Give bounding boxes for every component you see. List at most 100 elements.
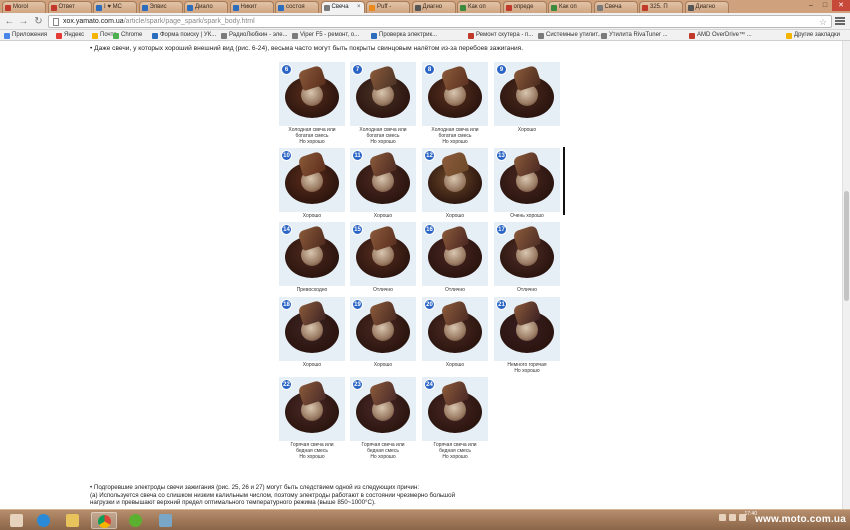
browser-tab[interactable]: Диагно xyxy=(411,1,456,13)
figure-caption: Хорошо xyxy=(279,213,345,219)
scrollbar-thumb[interactable] xyxy=(844,191,849,301)
browser-tab[interactable]: Ответ xyxy=(47,1,92,13)
spark-plug-figure: 14 Превосходно xyxy=(279,222,345,293)
bookmark-favicon-icon xyxy=(152,33,158,39)
favicon-icon xyxy=(323,5,330,11)
taskbar-app[interactable] xyxy=(153,512,179,529)
page-content: • Даже свечи, у которых хороший внешний … xyxy=(0,41,850,509)
favicon-icon xyxy=(551,5,557,11)
bookmark-star-icon[interactable]: ☆ xyxy=(819,16,827,28)
intro-paragraph: • Даже свечи, у которых хороший внешний … xyxy=(90,45,524,52)
caption-line: Хорошо xyxy=(302,213,322,219)
spark-plug-photo: 17 xyxy=(494,222,560,286)
taskbar-utorrent[interactable] xyxy=(123,512,149,529)
browser-tab[interactable]: опреде xyxy=(502,1,547,13)
browser-tab[interactable]: Диагно xyxy=(684,1,729,13)
start-button[interactable] xyxy=(4,512,30,529)
bookmark-label: AMD OverDrive™ ... xyxy=(697,32,752,38)
figure-caption: Хорошо xyxy=(494,127,560,133)
figure-number-badge: 15 xyxy=(352,224,363,235)
back-icon[interactable]: ← xyxy=(4,16,15,27)
figure-caption: Хорошо xyxy=(350,362,416,368)
bookmark-item[interactable]: Яндекс xyxy=(56,30,84,41)
taskbar-ie[interactable] xyxy=(31,512,57,529)
spark-plug-figure: 23 Горячая свеча или бедная смесь Но хорошо xyxy=(350,377,416,460)
figure-caption: Хорошо xyxy=(422,213,488,219)
bookmark-label: Системные утилит... xyxy=(546,32,603,38)
browser-tab[interactable]: Свеча × xyxy=(320,1,365,13)
bookmark-item[interactable]: Проверка электрик... xyxy=(371,30,437,41)
minimize-icon[interactable]: – xyxy=(804,0,818,11)
spark-plug-figure: 7 Холодная свеча или богатая смесь Но хорош… xyxy=(350,62,416,145)
browser-tab[interactable]: I ♥ МС xyxy=(93,1,137,13)
figure-caption: Горячая свеча или бедная смесь Но хорошо xyxy=(350,442,416,460)
bookmark-label: Приложения xyxy=(12,32,48,38)
browser-tab[interactable]: Morol xyxy=(2,1,46,13)
tray-icon[interactable] xyxy=(729,514,736,521)
tab-label: Никит xyxy=(240,4,257,10)
spark-plug-figure: 13 Очень хорошо xyxy=(494,148,560,219)
footer-paragraph: • Подгоревшие электроды свечи зажигания … xyxy=(90,484,510,507)
bookmark-favicon-icon xyxy=(221,33,227,39)
close-window-icon[interactable]: ✕ xyxy=(832,0,850,11)
tab-label: Как оп xyxy=(468,4,486,10)
spark-plug-photo: 12 xyxy=(422,148,488,212)
tab-label: Диало xyxy=(195,4,213,10)
bookmark-item[interactable]: Ремонт скутера - п... xyxy=(468,30,533,41)
browser-tab[interactable]: Диало xyxy=(184,1,228,13)
system-tray xyxy=(719,514,746,521)
bookmark-item[interactable]: Другие закладки xyxy=(786,30,840,41)
bookmark-item[interactable]: Chrome xyxy=(113,30,142,41)
reload-icon[interactable]: ↻ xyxy=(33,16,44,27)
caption-line: Хорошо xyxy=(302,362,322,368)
app-icon xyxy=(159,514,172,527)
footer-line: нагрузки и превышают верхний предел опти… xyxy=(90,499,376,507)
bookmark-label: РадиоЛюбкин - эле... xyxy=(229,32,288,38)
browser-tab[interactable]: Как оп xyxy=(548,1,592,13)
figure-number-badge: 10 xyxy=(281,150,292,161)
figure-number-badge: 11 xyxy=(352,150,363,161)
forward-icon[interactable]: → xyxy=(18,16,29,27)
bookmark-item[interactable]: Системные утилит... xyxy=(538,30,603,41)
taskbar-explorer[interactable] xyxy=(60,512,86,529)
browser-tab[interactable]: состоя xyxy=(275,1,319,13)
watermark: www.moto.com.ua xyxy=(755,514,846,525)
bookmark-item[interactable]: Приложения xyxy=(4,30,47,41)
tab-label: Ответ xyxy=(58,4,75,10)
spark-plug-photo: 9 xyxy=(494,62,560,126)
url-host: xox.yamato.com.ua xyxy=(63,18,124,25)
figure-caption: Холодная свеча или богатая смесь Но хорошо xyxy=(279,127,345,145)
tab-label: Свеча xyxy=(604,4,622,10)
caption-line: Но хорошо xyxy=(442,454,468,460)
page-icon xyxy=(53,18,59,26)
vertical-scrollbar[interactable] xyxy=(842,41,850,509)
bookmark-item[interactable]: Viper F5 - ремонт, о... xyxy=(292,30,359,41)
browser-tab[interactable]: Как оп xyxy=(457,1,501,13)
close-tab-icon[interactable]: × xyxy=(357,2,361,13)
spark-plug-photo: 18 xyxy=(279,297,345,361)
url-text: xox.yamato.com.ua/article/spark/page_spa… xyxy=(63,16,255,28)
browser-tab[interactable]: Puff - xyxy=(366,1,410,13)
menu-icon[interactable] xyxy=(835,16,845,26)
browser-tab[interactable]: Элвис xyxy=(138,1,183,13)
browser-tab[interactable]: 325. П xyxy=(639,1,683,13)
figure-number-badge: 20 xyxy=(424,299,435,310)
bookmark-item[interactable]: AMD OverDrive™ ... xyxy=(689,30,752,41)
bookmark-item[interactable]: РадиоЛюбкин - эле... xyxy=(221,30,288,41)
bookmark-label: Яндекс xyxy=(64,32,85,38)
bookmark-item[interactable]: Форма поиску | УК... xyxy=(152,30,216,41)
favicon-icon xyxy=(596,5,603,11)
caption-line: Превосходно xyxy=(296,287,328,293)
tab-label: Morol xyxy=(13,4,29,10)
bookmark-favicon-icon xyxy=(92,33,98,39)
address-bar[interactable]: xox.yamato.com.ua/article/spark/page_spa… xyxy=(48,15,832,28)
tab-label: 325. П xyxy=(650,4,668,10)
browser-tab[interactable]: Свеча xyxy=(593,1,638,13)
favicon-icon xyxy=(50,5,57,11)
browser-tab[interactable]: Никит xyxy=(229,1,274,13)
bookmark-item[interactable]: Утилита RivaTuner ... xyxy=(601,30,668,41)
maximize-icon[interactable]: □ xyxy=(818,0,832,11)
tray-icon[interactable] xyxy=(719,514,726,521)
figure-number-badge: 12 xyxy=(424,150,435,161)
taskbar-chrome[interactable] xyxy=(91,512,117,529)
